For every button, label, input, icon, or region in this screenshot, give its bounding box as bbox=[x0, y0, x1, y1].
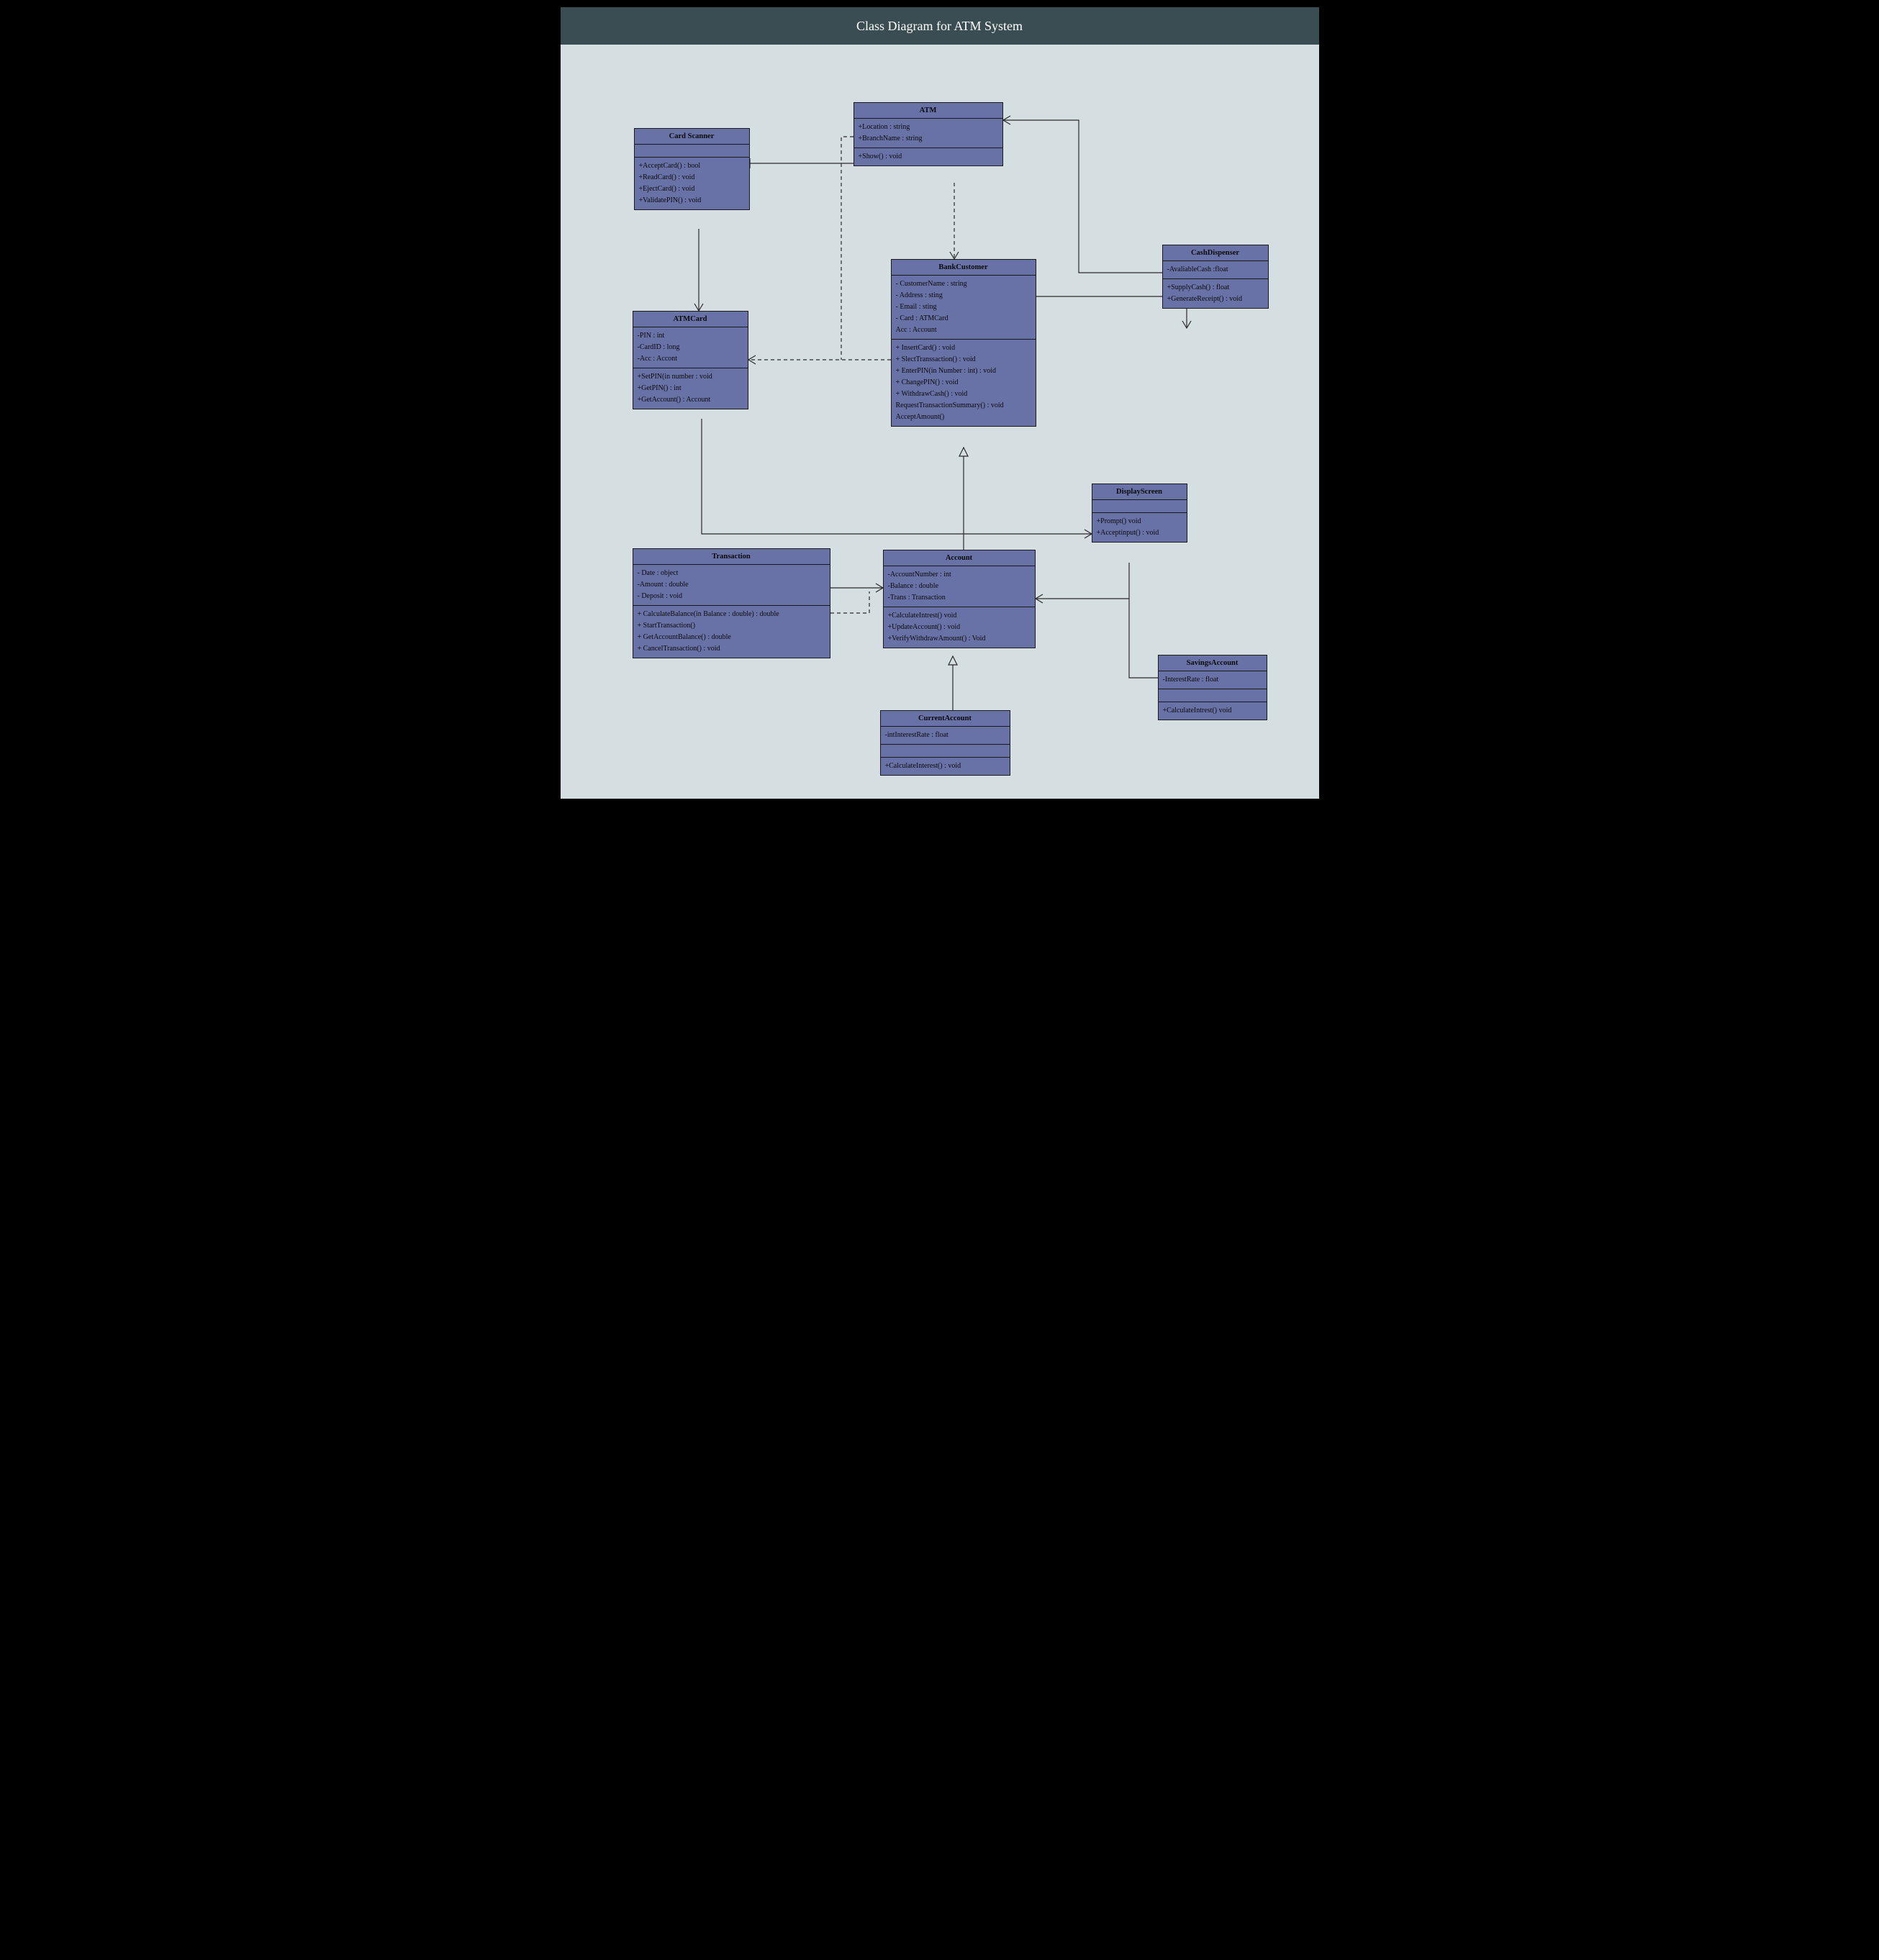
class-attrs: -InterestRate : float bbox=[1159, 671, 1267, 689]
class-title: Account bbox=[884, 550, 1035, 566]
class-card-scanner: Card Scanner +AcceptCard() : bool+ReadCa… bbox=[634, 128, 750, 210]
class-title: SavingsAccount bbox=[1159, 655, 1267, 671]
class-title: DisplayScreen bbox=[1092, 484, 1187, 500]
class-atm: ATM +Location : string+BranchName : stri… bbox=[854, 102, 1003, 166]
class-account: Account -AccountNumber : int-Balance : d… bbox=[883, 550, 1036, 648]
class-title: ATM bbox=[854, 103, 1002, 119]
class-title: Transaction bbox=[633, 549, 830, 565]
class-ops: +Show() : void bbox=[854, 148, 1002, 165]
class-current-account: CurrentAccount -intInterestRate : float … bbox=[880, 710, 1010, 776]
class-title: CurrentAccount bbox=[881, 711, 1010, 727]
class-atm-card: ATMCard -PIN : int-CardID : long-Acc : A… bbox=[633, 311, 748, 409]
class-attrs: -intInterestRate : float bbox=[881, 727, 1010, 745]
class-ops: +CalculateIntrest() void bbox=[1159, 702, 1267, 720]
class-bank-customer: BankCustomer - CustomerName : string- Ad… bbox=[891, 259, 1036, 427]
class-attrs: - CustomerName : string- Address : sting… bbox=[892, 276, 1036, 340]
class-ops: +CalculateIntrest() void+UpdateAccount()… bbox=[884, 607, 1035, 648]
diagram-canvas: Card Scanner +AcceptCard() : bool+ReadCa… bbox=[561, 45, 1319, 799]
class-title: ATMCard bbox=[633, 312, 748, 327]
class-ops: + InsertCard() : void+ SlectTranssaction… bbox=[892, 340, 1036, 426]
class-ops: +SupplyCash() : float+GenerateReceipt() … bbox=[1163, 279, 1268, 308]
diagram-header: Class Diagram for ATM System bbox=[561, 7, 1319, 45]
class-attrs bbox=[1092, 500, 1187, 513]
class-display-screen: DisplayScreen +Prompt() void+Acceptinput… bbox=[1092, 484, 1187, 543]
class-title: Card Scanner bbox=[635, 129, 749, 145]
class-spacer bbox=[1159, 689, 1267, 702]
class-ops: +SetPIN(in number : void+GetPIN() : int+… bbox=[633, 368, 748, 409]
diagram-frame: Class Diagram for ATM System bbox=[553, 0, 1326, 806]
class-savings-account: SavingsAccount -InterestRate : float +Ca… bbox=[1158, 655, 1267, 720]
class-title: BankCustomer bbox=[892, 260, 1036, 276]
class-attrs: +Location : string+BranchName : string bbox=[854, 119, 1002, 148]
class-ops: +CalculateInterest() : void bbox=[881, 758, 1010, 775]
class-attrs: - Date : object-Amount : double- Deposit… bbox=[633, 565, 830, 606]
class-ops: +Prompt() void+Acceptinput() : void bbox=[1092, 513, 1187, 542]
class-ops: +AcceptCard() : bool+ReadCard() : void+E… bbox=[635, 158, 749, 209]
class-attrs bbox=[635, 145, 749, 158]
class-spacer bbox=[881, 745, 1010, 758]
class-transaction: Transaction - Date : object-Amount : dou… bbox=[633, 548, 830, 658]
class-cash-dispenser: CashDispenser -AvaliableCash :float +Sup… bbox=[1162, 245, 1269, 309]
class-attrs: -AccountNumber : int-Balance : double-Tr… bbox=[884, 566, 1035, 607]
class-ops: + CalculateBalance(in Balance : double) … bbox=[633, 606, 830, 658]
class-attrs: -AvaliableCash :float bbox=[1163, 261, 1268, 279]
page-title: Class Diagram for ATM System bbox=[856, 19, 1023, 34]
class-attrs: -PIN : int-CardID : long-Acc : Accont bbox=[633, 327, 748, 368]
class-title: CashDispenser bbox=[1163, 245, 1268, 261]
